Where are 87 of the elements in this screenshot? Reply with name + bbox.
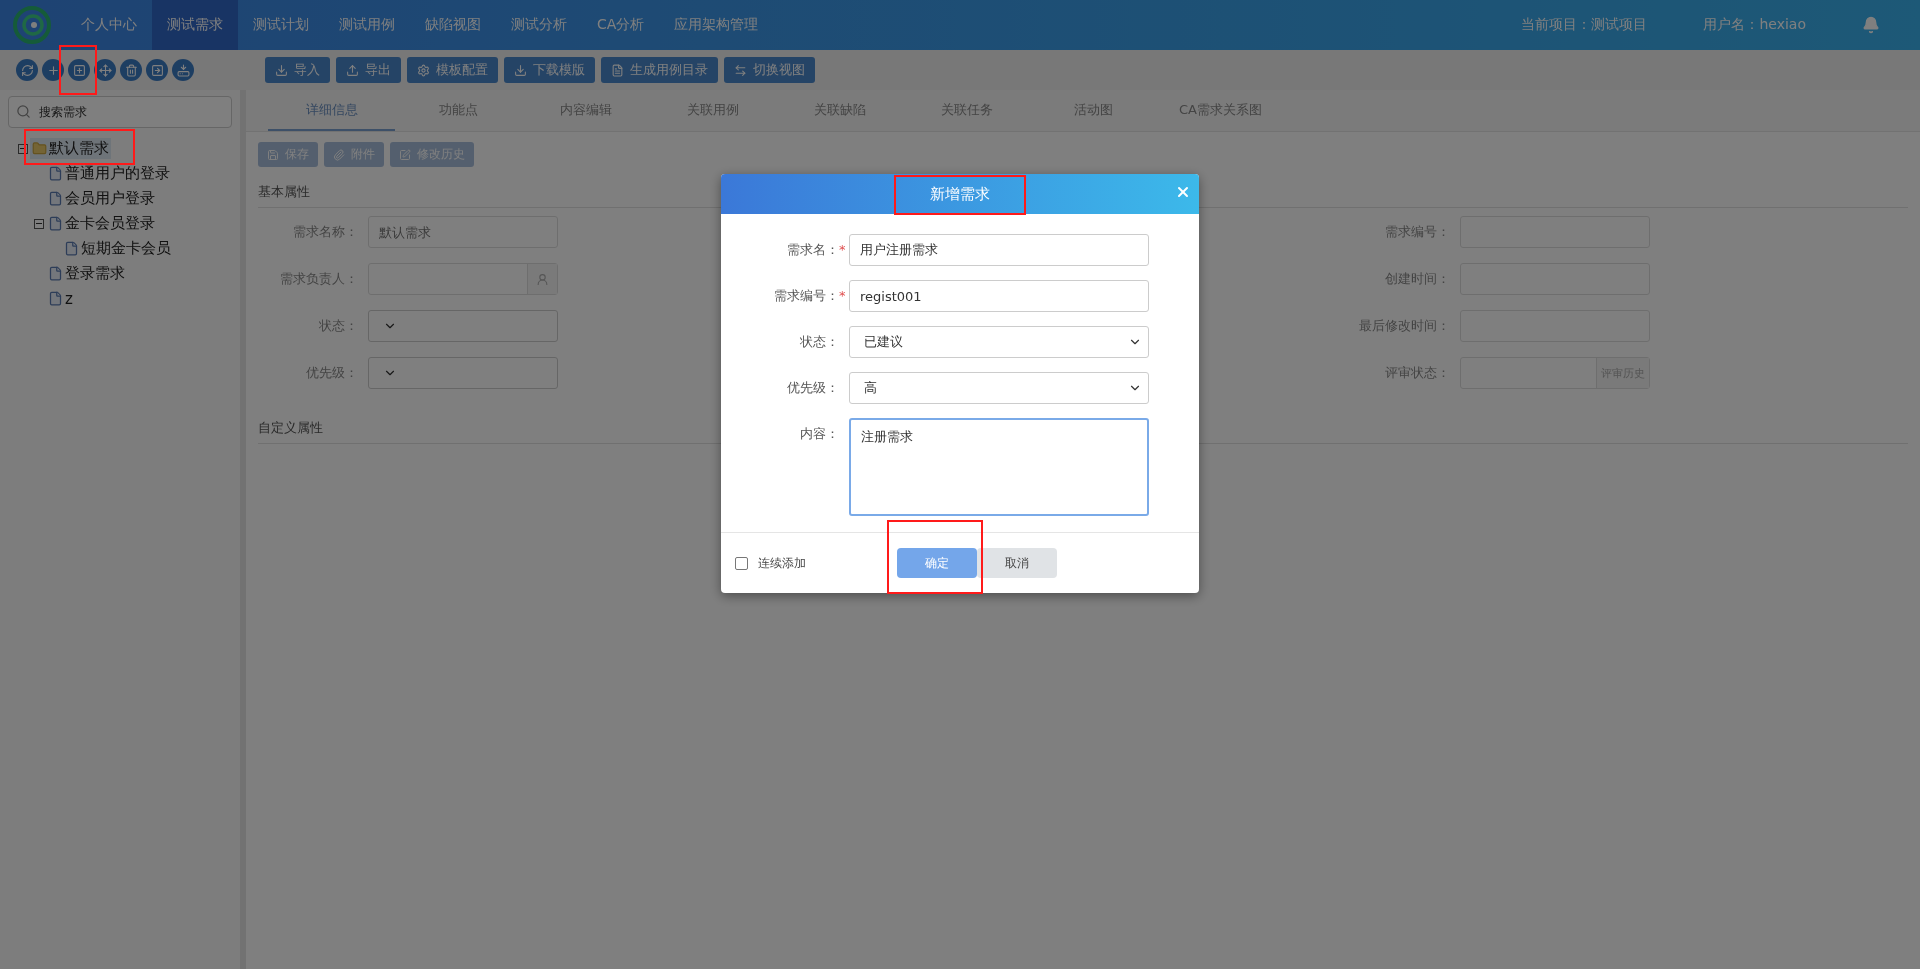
tab[interactable]: 详细信息 xyxy=(268,90,395,131)
text-field[interactable]: 默认需求 xyxy=(368,216,558,248)
field-label: 优先级： xyxy=(305,364,358,382)
tree-tool-button[interactable] xyxy=(120,59,142,81)
collapse-toggle[interactable] xyxy=(18,143,28,154)
select-field[interactable] xyxy=(368,357,558,389)
select-field[interactable]: 高 xyxy=(849,372,1149,404)
checkbox[interactable] xyxy=(735,556,748,570)
collapse-toggle[interactable] xyxy=(34,218,44,229)
field-label: 需求名： xyxy=(786,241,839,259)
tree-item[interactable]: 金卡会员登录 xyxy=(46,213,157,234)
trash-icon xyxy=(124,63,138,77)
user-name: 用户名：hexiao xyxy=(1703,16,1806,34)
picker-field[interactable] xyxy=(368,263,558,295)
field-label: 内容： xyxy=(799,425,839,443)
tree-tool-button[interactable] xyxy=(146,59,168,81)
toolbar-button[interactable]: 生成用例目录 xyxy=(601,57,718,83)
nav-tab[interactable]: 应用架构管理 xyxy=(659,0,774,50)
nav-tab[interactable]: 测试需求 xyxy=(152,0,238,50)
upload-icon xyxy=(346,63,359,77)
tree-tool-button[interactable] xyxy=(172,59,194,81)
field-label: 优先级： xyxy=(786,379,839,397)
tree-item[interactable]: 短期金卡会员 xyxy=(62,238,173,259)
user-icon xyxy=(536,272,549,286)
tree-item[interactable]: z xyxy=(46,288,75,309)
logo-icon xyxy=(12,5,52,45)
move-icon xyxy=(98,63,112,77)
nav-tab[interactable]: 缺陷视图 xyxy=(410,0,496,50)
save-icon xyxy=(267,148,279,161)
file-icon xyxy=(48,191,63,206)
field-label: 需求编号： xyxy=(773,287,839,305)
refresh-icon xyxy=(20,63,34,77)
nav-tab[interactable]: 个人中心 xyxy=(66,0,152,50)
nav-tab[interactable]: CA分析 xyxy=(582,0,660,50)
tree-tool-button[interactable] xyxy=(42,59,64,81)
search-icon xyxy=(16,104,31,119)
toolbar-button[interactable]: 模板配置 xyxy=(407,57,498,83)
select-field[interactable]: 已建议 xyxy=(849,326,1149,358)
tree-item[interactable]: 普通用户的登录 xyxy=(46,163,172,184)
settings-icon xyxy=(417,63,430,77)
dialog-title: 新增需求 xyxy=(929,184,991,205)
document-icon xyxy=(611,63,624,77)
nav-tab[interactable]: 测试计划 xyxy=(238,0,324,50)
user-picker-button[interactable] xyxy=(527,264,557,294)
field-label: 状态： xyxy=(799,333,839,351)
text-field[interactable]: 用户注册需求 xyxy=(849,234,1149,266)
tree-tool-button[interactable] xyxy=(16,59,38,81)
continuous-add-checkbox[interactable]: 连续添加 xyxy=(735,554,897,572)
tree-item[interactable]: 登录需求 xyxy=(46,263,127,284)
tree-tool-button[interactable] xyxy=(68,59,90,81)
tray-icon xyxy=(176,63,190,77)
swap-icon xyxy=(734,63,747,77)
field-label: 创建时间： xyxy=(1384,270,1450,288)
select-field[interactable] xyxy=(368,310,558,342)
tree-tool-button[interactable] xyxy=(94,59,116,81)
tree-item[interactable]: 默认需求 xyxy=(30,138,111,159)
close-icon xyxy=(1175,184,1191,200)
file-icon xyxy=(64,241,79,256)
search-field[interactable]: 搜索需求 xyxy=(8,96,232,128)
content-field[interactable]: 注册需求 xyxy=(849,418,1149,516)
required-mark: * xyxy=(839,287,847,305)
file-icon xyxy=(48,216,63,231)
required-mark: * xyxy=(839,241,847,259)
arrow-box-icon xyxy=(150,63,164,77)
square-plus-icon xyxy=(72,63,86,77)
plus-icon xyxy=(46,63,60,77)
tree-item[interactable]: 会员用户登录 xyxy=(46,188,157,209)
close-button[interactable] xyxy=(1175,184,1191,200)
cancel-button[interactable]: 取消 xyxy=(977,548,1057,578)
toolbar-button[interactable]: 导入 xyxy=(265,57,330,83)
current-project: 当前项目：测试项目 xyxy=(1521,16,1648,34)
folder-icon xyxy=(32,141,47,156)
toolbar-button[interactable]: 切换视图 xyxy=(724,57,815,83)
nav-tab[interactable]: 测试用例 xyxy=(324,0,410,50)
edit-icon xyxy=(399,148,411,161)
paperclip-icon xyxy=(333,148,345,161)
text-field[interactable]: regist001 xyxy=(849,280,1149,312)
bell-icon[interactable] xyxy=(1862,16,1880,34)
file-icon xyxy=(48,266,63,281)
download-icon xyxy=(514,63,527,77)
toolbar-button[interactable]: 导出 xyxy=(336,57,401,83)
confirm-button[interactable]: 确定 xyxy=(897,548,977,578)
file-icon xyxy=(48,291,63,306)
file-icon xyxy=(48,166,63,181)
toolbar-button[interactable]: 下载模版 xyxy=(504,57,595,83)
nav-tab[interactable]: 测试分析 xyxy=(496,0,582,50)
download-icon xyxy=(275,63,288,77)
